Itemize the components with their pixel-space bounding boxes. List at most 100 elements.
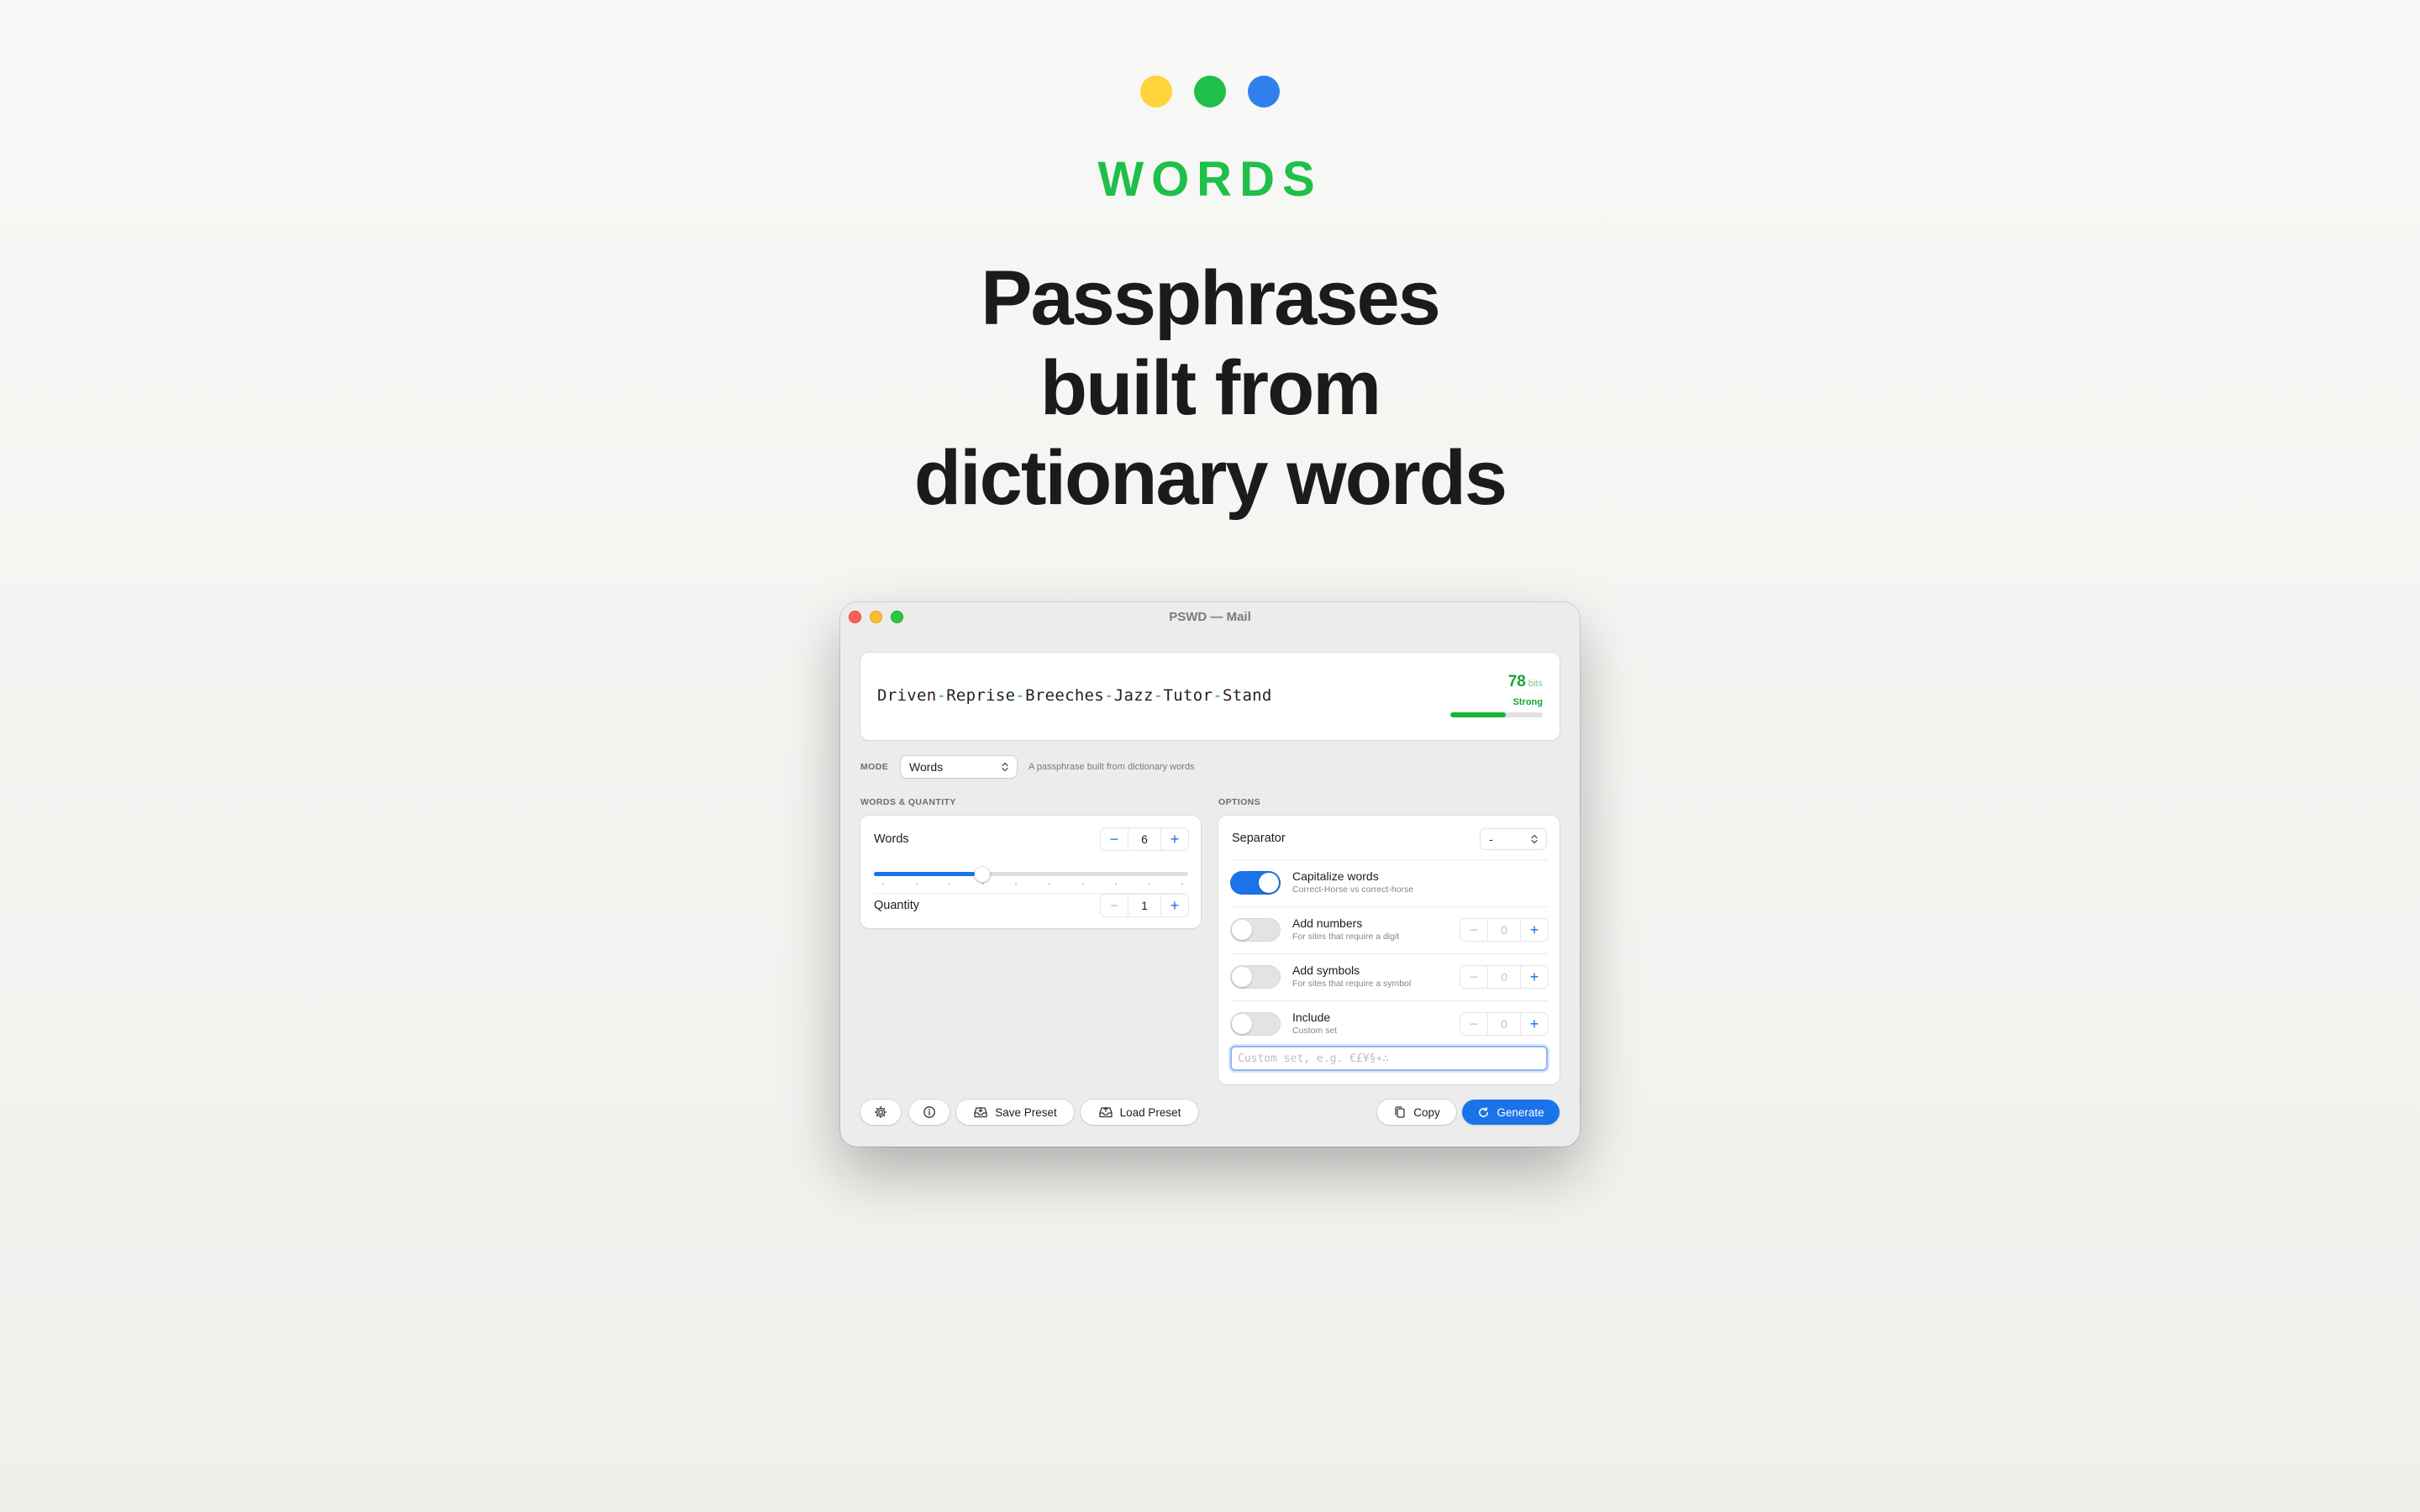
save-preset-label: Save Preset bbox=[995, 1105, 1057, 1119]
mode-select[interactable]: Words bbox=[901, 756, 1017, 778]
increment-words-button[interactable]: + bbox=[1161, 828, 1188, 850]
slider-tick bbox=[1049, 883, 1050, 885]
slider-tick bbox=[1115, 883, 1118, 885]
passphrase-separator: - bbox=[1213, 686, 1223, 705]
copy-icon bbox=[1393, 1105, 1407, 1119]
mode-row: MODE Words A passphrase built from dicti… bbox=[860, 756, 1194, 778]
app-window: PSWD — Mail Driven-Reprise-Breeches-Jazz… bbox=[840, 602, 1580, 1147]
toggle-knob bbox=[1232, 920, 1252, 940]
mode-label: MODE bbox=[860, 762, 889, 772]
toggle-knob bbox=[1232, 1014, 1252, 1034]
generated-passphrase[interactable]: Driven-Reprise-Breeches-Jazz-Tutor-Stand bbox=[877, 686, 1272, 705]
quantity-label: Quantity bbox=[874, 899, 919, 912]
capitalize-words-subtitle: Correct-Horse vs correct-horse bbox=[1292, 885, 1414, 895]
capitalize-words-toggle[interactable] bbox=[1230, 871, 1281, 895]
yellow-dot bbox=[1140, 76, 1172, 108]
entropy-bits-unit: bits bbox=[1528, 679, 1543, 689]
passphrase-separator: - bbox=[1104, 686, 1114, 705]
include-title: Include bbox=[1292, 1011, 1331, 1024]
quantity-value[interactable]: 1 bbox=[1128, 895, 1161, 916]
separator-label: Separator bbox=[1232, 832, 1286, 845]
strength-bar-fill bbox=[1450, 712, 1506, 717]
info-icon bbox=[923, 1105, 936, 1119]
custom-set-input[interactable] bbox=[1230, 1046, 1548, 1071]
divider bbox=[1230, 906, 1548, 907]
copy-button[interactable]: Copy bbox=[1377, 1100, 1456, 1125]
include-count-value[interactable]: 0 bbox=[1487, 1013, 1521, 1035]
decrement-quantity-button[interactable]: − bbox=[1101, 895, 1128, 916]
increment-symbols-button[interactable]: + bbox=[1521, 966, 1548, 988]
options-card: Separator - Capitalize words Correct-Hor… bbox=[1218, 816, 1560, 1084]
numbers-count-value[interactable]: 0 bbox=[1487, 919, 1521, 941]
settings-button[interactable] bbox=[860, 1100, 901, 1125]
refresh-icon bbox=[1477, 1106, 1490, 1119]
mode-select-value: Words bbox=[909, 760, 944, 774]
hero-headline: Passphrases built from dictionary words bbox=[0, 254, 2420, 523]
words-quantity-card: Words − 6 + Quantity − 1 + bbox=[860, 816, 1201, 928]
passphrase-word: Breeches bbox=[1025, 686, 1105, 705]
passphrase-separator: - bbox=[1015, 686, 1026, 705]
divider bbox=[1230, 859, 1548, 860]
chevron-up-down-icon bbox=[1531, 834, 1538, 844]
toggle-knob bbox=[1259, 873, 1279, 893]
symbols-count-stepper: − 0 + bbox=[1460, 966, 1548, 988]
add-numbers-toggle[interactable] bbox=[1230, 918, 1281, 942]
add-symbols-subtitle: For sites that require a symbol bbox=[1292, 979, 1412, 989]
add-symbols-title: Add symbols bbox=[1292, 963, 1360, 977]
passphrase-word: Reprise bbox=[946, 686, 1016, 705]
generate-button[interactable]: Generate bbox=[1462, 1100, 1560, 1125]
decrement-words-button[interactable]: − bbox=[1101, 828, 1128, 850]
load-preset-label: Load Preset bbox=[1119, 1105, 1181, 1119]
strength-meter: 78 bits Strong bbox=[1450, 673, 1543, 717]
passphrase-word: Tutor bbox=[1163, 686, 1213, 705]
slider-tick bbox=[1081, 883, 1084, 885]
decrement-symbols-button[interactable]: − bbox=[1460, 966, 1487, 988]
passphrase-word: Driven bbox=[877, 686, 937, 705]
include-custom-toggle[interactable] bbox=[1230, 1012, 1281, 1036]
separator-select[interactable]: - bbox=[1481, 829, 1546, 849]
increment-include-button[interactable]: + bbox=[1521, 1013, 1548, 1035]
increment-quantity-button[interactable]: + bbox=[1161, 895, 1188, 916]
headline-line-2: built from bbox=[1039, 345, 1381, 431]
toggle-knob bbox=[1232, 967, 1252, 987]
slider-tick bbox=[1181, 883, 1184, 885]
words-slider-fill bbox=[874, 872, 975, 876]
save-preset-button[interactable]: Save Preset bbox=[956, 1100, 1074, 1125]
quantity-stepper: − 1 + bbox=[1101, 895, 1188, 916]
chevron-up-down-icon bbox=[1002, 762, 1008, 772]
increment-numbers-button[interactable]: + bbox=[1521, 919, 1548, 941]
separator-select-value: - bbox=[1489, 832, 1493, 846]
tray-arrow-up-icon bbox=[1098, 1105, 1113, 1119]
words-slider-knob[interactable] bbox=[974, 867, 990, 882]
load-preset-button[interactable]: Load Preset bbox=[1081, 1100, 1198, 1125]
passphrase-word: Stand bbox=[1222, 686, 1272, 705]
copy-label: Copy bbox=[1413, 1105, 1440, 1119]
symbols-count-value[interactable]: 0 bbox=[1487, 966, 1521, 988]
include-count-stepper: − 0 + bbox=[1460, 1013, 1548, 1035]
decrement-numbers-button[interactable]: − bbox=[1460, 919, 1487, 941]
words-count-value[interactable]: 6 bbox=[1128, 828, 1161, 850]
words-slider[interactable] bbox=[874, 866, 1188, 885]
tray-arrow-icon bbox=[973, 1105, 988, 1119]
slider-tick bbox=[949, 883, 951, 885]
passphrase-separator: - bbox=[1153, 686, 1164, 705]
divider bbox=[1230, 1000, 1548, 1001]
entropy-bits-value: 78 bbox=[1507, 673, 1526, 690]
add-symbols-toggle[interactable] bbox=[1230, 965, 1281, 989]
slider-tick bbox=[882, 883, 884, 885]
slider-tick bbox=[1148, 883, 1150, 885]
decrement-include-button[interactable]: − bbox=[1460, 1013, 1487, 1035]
blue-dot bbox=[1248, 76, 1280, 108]
info-button[interactable] bbox=[909, 1100, 950, 1125]
hero-dots bbox=[0, 76, 2420, 108]
strength-bar bbox=[1450, 712, 1543, 717]
passphrase-word: Jazz bbox=[1113, 686, 1154, 705]
slider-tick bbox=[1015, 883, 1018, 885]
passphrase-separator: - bbox=[936, 686, 947, 705]
words-count-stepper: − 6 + bbox=[1101, 828, 1188, 850]
bottom-toolbar: Save Preset Load Preset Copy Generate bbox=[860, 1100, 1560, 1125]
capitalize-words-title: Capitalize words bbox=[1292, 869, 1379, 883]
title-bar: PSWD — Mail bbox=[840, 602, 1580, 631]
slider-tick bbox=[915, 883, 918, 885]
mode-description: A passphrase built from dictionary words bbox=[1028, 762, 1195, 772]
